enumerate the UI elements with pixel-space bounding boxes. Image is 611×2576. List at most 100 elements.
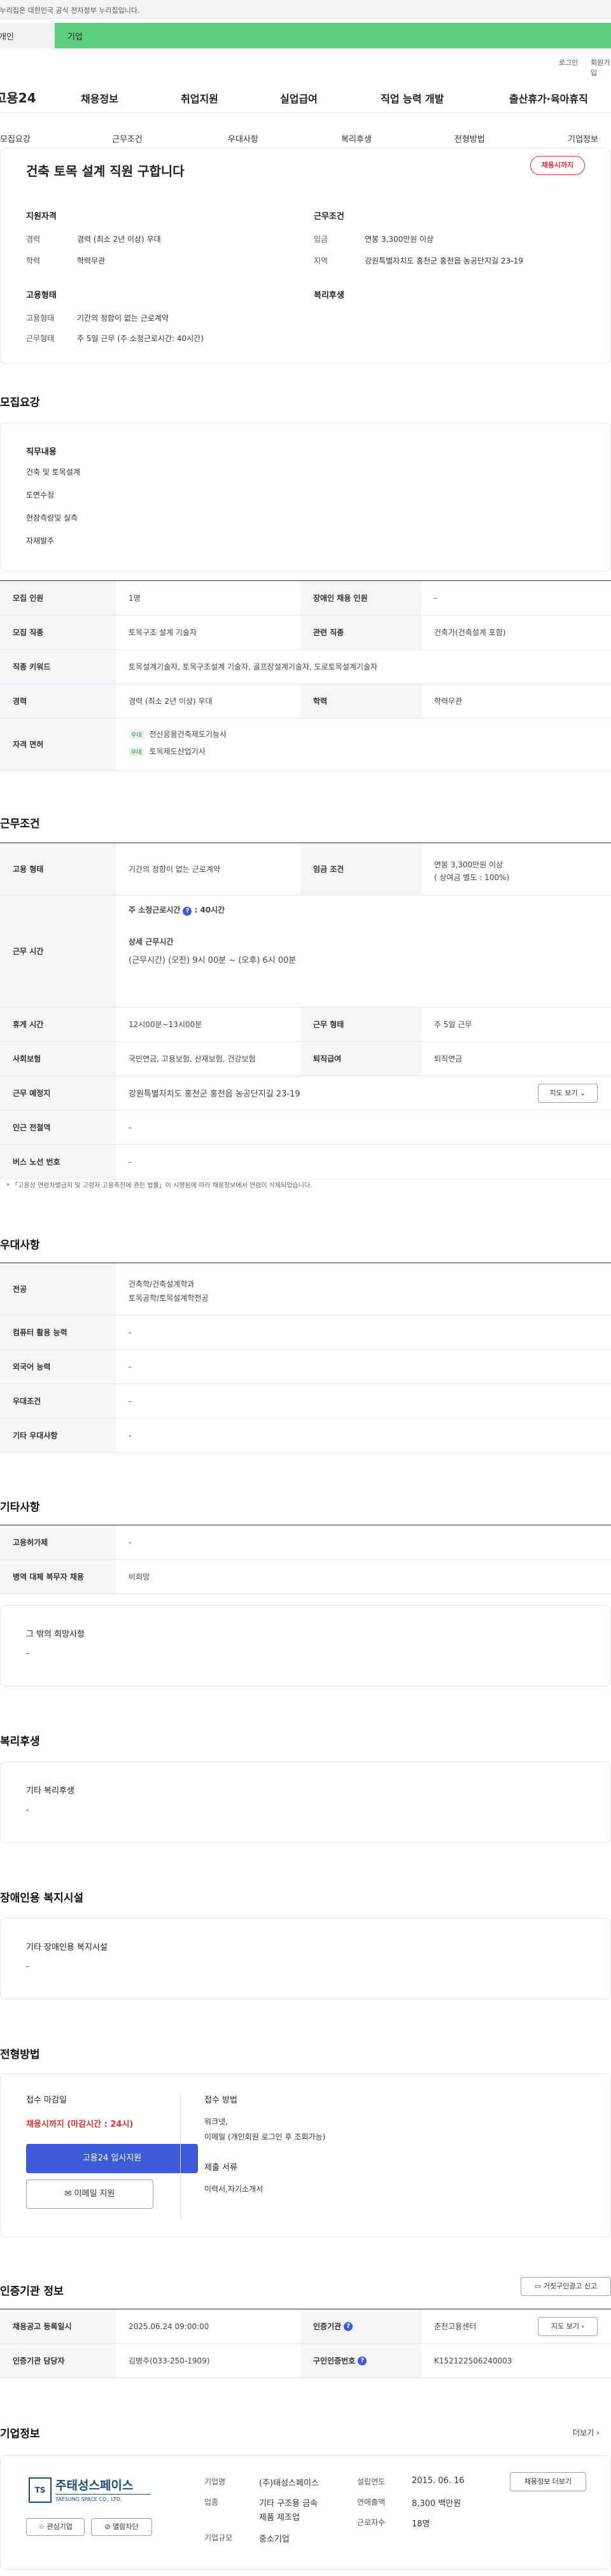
cell-value: 토목설계기술자, 토목구조설계 기술자, 골프장설계기술자, 도로토목설계기술자 <box>129 662 378 671</box>
wage-value: 연봉 3,300만원 이상 <box>365 235 434 244</box>
company-name-value: (주)태성스페이스 <box>259 2479 319 2488</box>
cell-label: 우대조건 <box>0 1384 116 1418</box>
cert-label: 구인인증번호 <box>313 2356 356 2365</box>
wage-label: 임금 <box>314 235 328 244</box>
others-section-heading: 기타사항 <box>0 1501 40 1514</box>
company-logo-mark: TS <box>29 2477 52 2503</box>
wish-value: - <box>26 1649 29 1658</box>
company-size-value: 중소기업 <box>259 2535 290 2544</box>
cell-label: 근무 시간 <box>0 895 116 1007</box>
nav-vocational-training[interactable]: 직업 능력 개발 <box>381 90 444 106</box>
docs-value: 이력서,자기소개서 <box>204 2185 263 2194</box>
founded-label: 설립연도 <box>357 2477 386 2486</box>
cell-label: 전공 <box>0 1263 116 1315</box>
table-row: 휴게 시간 12시00분~13시00분 근무 형태 주 5일 근무 <box>0 1007 611 1042</box>
help-icon[interactable]: ? <box>358 2356 367 2365</box>
anchor-process[interactable]: 전형방법 <box>454 132 485 144</box>
table-row: 고용 형태 기간의 정함이 없는 근로계약 임금 조건 연봉 3,300만원 이… <box>0 843 611 895</box>
cell-label: 관련 직종 <box>300 615 421 649</box>
industry-label: 업종 <box>204 2498 219 2507</box>
employment-type-heading: 고용형태 <box>26 291 57 300</box>
anchor-recruit[interactable]: 모집요강 <box>0 132 31 144</box>
company-more-link[interactable]: 더보기 › <box>573 2427 600 2438</box>
wish-card: 그 밖의 희망사항 - <box>0 1605 611 1686</box>
table-row: 자격 면허 우대 전산응용건축제도기능사 우대 토목제도산업기사 <box>0 718 611 771</box>
major-item: 건축학/건축설계학과 <box>129 1280 195 1289</box>
cell-value: 12시00분~13시00분 <box>129 1020 202 1029</box>
education-value: 학력무관 <box>77 256 106 265</box>
help-icon[interactable]: ? <box>344 2321 353 2331</box>
table-row: 인증기관 담당자 김병주(033-250-1909) 구인인증번호? K1521… <box>0 2344 611 2378</box>
help-icon[interactable]: ? <box>183 907 192 916</box>
anchor-preference[interactable]: 우대사항 <box>228 132 258 144</box>
revenue-label: 연매출액 <box>357 2498 386 2507</box>
table-row: 근무 예정지 강원특별자치도 홍천군 홍천읍 농공단지길 23-19 지도 보기… <box>0 1076 611 1110</box>
table-row: 버스 노선 번호 - <box>0 1145 611 1179</box>
block-view-button[interactable]: ⊘ 열람차단 <box>91 2518 152 2536</box>
cell-label: 컴퓨터 활용 능력 <box>0 1315 116 1349</box>
company-card: TS 주태성스페이스 TAESUNG SPACE CO., LTD. ☆ 관심기… <box>0 2455 611 2570</box>
employees-value: 18명 <box>412 2519 430 2529</box>
career-value: 경력 (최소 2년 이상) 우대 <box>77 235 161 244</box>
table-row: 우대조건 - <box>0 1384 611 1418</box>
site-logo[interactable]: 고용24 <box>0 88 36 106</box>
anchor-company[interactable]: 기업정보 <box>568 132 598 144</box>
facility-box-value: - <box>26 1962 29 1971</box>
hours-cell: 주 소정근로시간?: 40시간 상세 근무시간 (근무시간) (오전) 9시 0… <box>116 895 611 1007</box>
anchor-welfare[interactable]: 복리후생 <box>341 132 372 144</box>
cert-label-cell: 구인인증번호? <box>300 2344 421 2377</box>
nav-parental-leave[interactable]: 출산휴가·육아휴직 <box>509 90 588 106</box>
cell-label: 병역 대체 복무자 채용 <box>0 1560 116 1593</box>
favorite-company-button[interactable]: ☆ 관심기업 <box>26 2518 85 2536</box>
agency-label-cell: 인증기관? <box>300 2309 421 2343</box>
apply-button[interactable]: 고용24 입사지원 <box>26 2144 198 2173</box>
work-type-label: 근무형태 <box>26 334 55 343</box>
cell-value: 국민연금, 고용보험, 산재보험, 건강보험 <box>129 1054 256 1063</box>
tab-company[interactable]: 기업 <box>55 23 611 48</box>
welfare-card: 기타 복리후생 - <box>0 1761 611 1843</box>
nav-unemployment-benefit[interactable]: 실업급여 <box>280 90 318 106</box>
table-row: 직종 키워드 토목설계기술자, 토목구조설계 기술자, 골프장설계기술자, 도로… <box>0 650 611 684</box>
region-label: 지역 <box>314 256 328 265</box>
cell-value: 1명 <box>129 594 141 603</box>
duty-item: 현장측량및 실측 <box>26 514 78 522</box>
table-row: 전공 건축학/건축설계학과 토목공학/토목설계학전공 <box>0 1263 611 1315</box>
email-apply-label: 이메일 지원 <box>74 2189 115 2199</box>
cell-value: - <box>129 1396 132 1406</box>
cell-value: 건축가(건축설계 포함) <box>434 628 506 637</box>
cell-value: - <box>434 593 437 603</box>
table-row: 인근 전철역 - <box>0 1110 611 1145</box>
cell-value: 춘천고용센터 <box>434 2322 477 2331</box>
star-icon: ☆ <box>38 2523 45 2531</box>
agency-map-label: 지도 보기 <box>551 2322 580 2330</box>
chevron-right-icon: › <box>581 2322 584 2330</box>
cell-label: 휴게 시간 <box>0 1007 116 1041</box>
email-apply-button[interactable]: ✉ 이메일 지원 <box>26 2180 153 2209</box>
welfare-box-heading: 기타 복리후생 <box>26 1786 74 1796</box>
favorite-company-label: 관심기업 <box>46 2523 73 2531</box>
cell-value: 기간의 정함이 없는 근로계약 <box>129 865 220 874</box>
company-jobs-button[interactable]: 채용정보 더보기 <box>510 2472 586 2491</box>
anchor-conditions[interactable]: 근무조건 <box>112 132 143 144</box>
report-false-ad-button[interactable]: ▭ 거짓구인광고 신고 <box>521 2277 611 2296</box>
wage-value: 연봉 3,300만원 이상 <box>434 860 503 869</box>
join-link[interactable]: 회원가입 <box>591 57 611 78</box>
cell-value: - <box>129 1123 132 1132</box>
table-row: 모집 직종 토목구조 설계 기술자 관련 직종 건축가(건축설계 포함) <box>0 615 611 650</box>
cell-value: 경력 (최소 2년 이상) 우대 <box>129 697 213 706</box>
revenue-value: 8,300 백만원 <box>412 2499 461 2509</box>
tab-personal[interactable]: 개인 <box>0 23 55 48</box>
license-item: 우대 토목제도산업기사 <box>129 746 611 757</box>
block-view-label: 열람차단 <box>113 2523 139 2531</box>
cell-label: 경력 <box>0 684 116 718</box>
nav-employment-support[interactable]: 취업지원 <box>181 90 218 106</box>
cell-value: K152122506240003 <box>434 2356 512 2365</box>
agency-map-button[interactable]: 지도 보기 › <box>538 2317 598 2336</box>
cell-label: 직종 키워드 <box>0 650 116 683</box>
map-button[interactable]: 지도 보기 ⌄ <box>538 1084 598 1103</box>
region-value: 강원특별자치도 홍천군 홍천읍 농공단지길 23-19 <box>365 256 523 265</box>
nav-job-info[interactable]: 채용정보 <box>81 90 118 106</box>
cell-label: 모집 인원 <box>0 581 116 615</box>
facility-box-heading: 기타 장애인용 복지시설 <box>26 1943 108 1952</box>
login-link[interactable]: 로그인 <box>559 57 578 67</box>
